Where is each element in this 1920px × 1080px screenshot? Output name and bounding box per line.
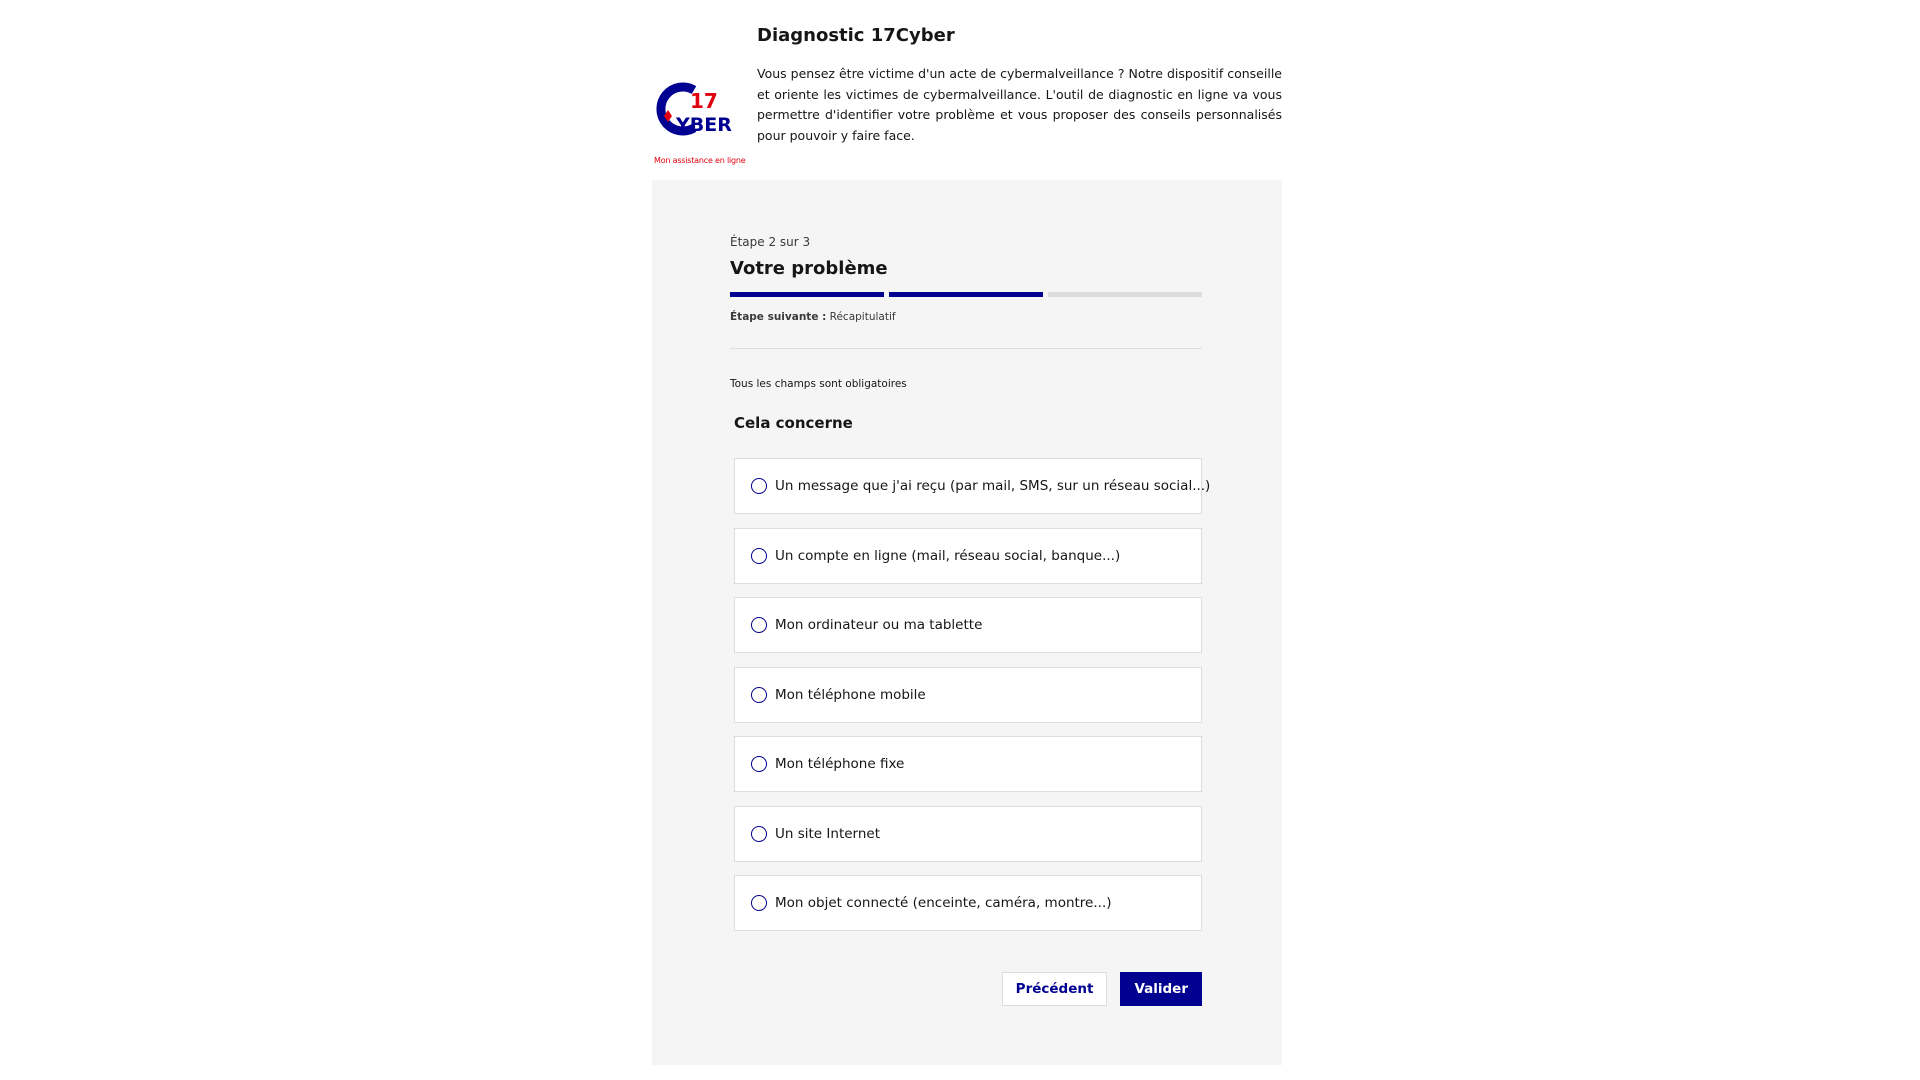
radio-option[interactable]: Mon ordinateur ou ma tablette [734, 597, 1202, 653]
radio-button[interactable] [751, 617, 767, 633]
17cyber-logo: 17 YBER Mon assistance en ligne [654, 78, 746, 170]
radio-option-label: Mon ordinateur ou ma tablette [775, 617, 983, 633]
radio-option-label: Un compte en ligne (mail, réseau social,… [775, 547, 1121, 564]
radio-option-label: Un message que j'ai reçu (par mail, SMS,… [775, 478, 1211, 494]
radio-button[interactable] [751, 686, 767, 703]
diagnostic-form-panel: Étape 2 sur 3 Votre problème Étape suiva… [652, 180, 1282, 1065]
logo-word: YBER [675, 114, 732, 136]
radio-button[interactable] [751, 895, 767, 911]
previous-button[interactable]: Précédent [1001, 972, 1108, 1006]
intro-text: Vous pensez être victime d'un acte de cy… [757, 66, 1282, 143]
radio-button[interactable] [751, 825, 767, 842]
radio-option[interactable]: Un message que j'ai reçu (par mail, SMS,… [734, 458, 1210, 514]
step-count: Étape 2 sur 3 [730, 235, 811, 249]
required-fields-note: Tous les champs sont obligatoires [730, 378, 907, 390]
radio-button[interactable] [751, 756, 767, 772]
radio-option-label: Mon téléphone fixe [775, 756, 905, 772]
logo-tagline: Mon assistance en ligne [654, 156, 746, 165]
radio-button[interactable] [751, 478, 767, 494]
next-step-info: Étape suivante : Récapitulatif [730, 309, 1202, 325]
submit-button[interactable]: Valider [1120, 972, 1202, 1006]
divider [730, 348, 1202, 349]
radio-option[interactable]: Mon objet connecté (enceinte, caméra, mo… [734, 875, 1202, 931]
radio-option[interactable]: Mon téléphone fixe [734, 736, 1202, 792]
radio-option-label: Mon téléphone mobile [775, 686, 926, 703]
progress-segment-complete [889, 292, 1043, 297]
fieldset-legend: Cela concerne [734, 414, 853, 432]
page-title: Diagnostic 17Cyber [757, 25, 955, 46]
form-actions: Précédent Valider [1001, 972, 1202, 1006]
radio-option[interactable]: Mon téléphone mobile [734, 666, 1202, 723]
stepper: Étape 2 sur 3 Votre problème Étape suiva… [730, 234, 1202, 325]
intro: Diagnostic 17Cyber Vous pensez être vict… [757, 20, 1282, 146]
radio-option[interactable]: Un compte en ligne (mail, réseau social,… [734, 527, 1202, 584]
progress-segment-complete [730, 292, 884, 297]
radio-option[interactable]: Un site Internet [734, 805, 1202, 862]
radio-option-label: Mon objet connecté (enceinte, caméra, mo… [775, 895, 1112, 911]
step-title: Votre problème [730, 258, 888, 279]
next-step-label: Étape suivante : [730, 311, 827, 323]
17cyber-logo-mark: 17 YBER [656, 82, 732, 136]
logo-number: 17 [690, 89, 718, 113]
radio-button[interactable] [751, 547, 767, 564]
radio-group: Un message que j'ai reçu (par mail, SMS,… [734, 458, 1210, 945]
radio-option-label: Un site Internet [775, 825, 881, 842]
next-step-value: Récapitulatif [829, 311, 896, 323]
page-header: 17 YBER Mon assistance en ligne Diagnost… [652, 20, 1282, 165]
progress-segment-pending [1048, 292, 1202, 297]
step-progress-bar [730, 292, 1202, 297]
